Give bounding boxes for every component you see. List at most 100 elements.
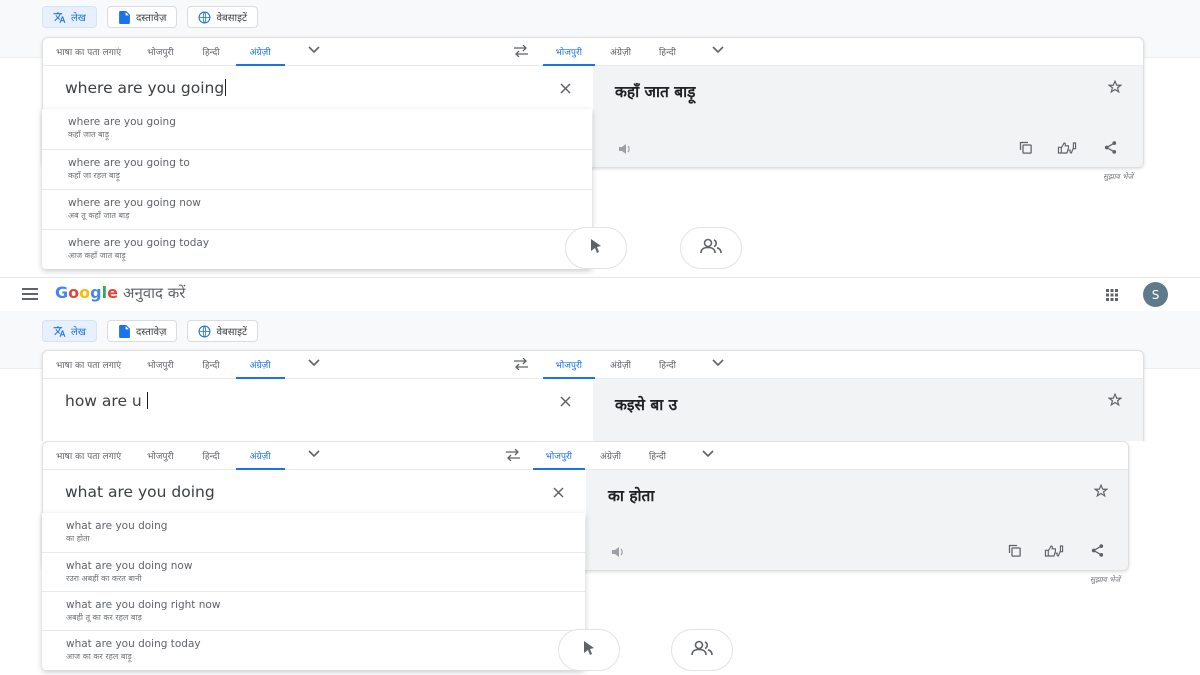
suggestion-item[interactable]: where are you going कहाँ जात बाड़ू: [42, 109, 592, 149]
rate-translation-button[interactable]: [1044, 543, 1064, 561]
swap-languages-button[interactable]: [511, 357, 531, 373]
target-lang-more[interactable]: [695, 442, 721, 469]
chevron-down-icon: [307, 450, 320, 461]
suggestion-item[interactable]: what are you doing right now अबही तू का क…: [42, 591, 585, 630]
source-lang-bhojpuri[interactable]: भोजपुरी: [134, 442, 186, 469]
suggestion-item[interactable]: where are you going now अब तू कहाँ जात बा…: [42, 189, 592, 229]
suggestion-item[interactable]: where are you going to कहाँ जा रहल बाड़ू: [42, 149, 592, 189]
suggestion-item[interactable]: what are you doing का होता: [42, 513, 585, 552]
listen-translation-button[interactable]: [610, 545, 624, 559]
source-lang-more[interactable]: [301, 351, 327, 378]
source-lang-detect[interactable]: भाषा का पता लगाएं: [43, 38, 134, 65]
target-lang-hindi[interactable]: हिन्दी: [636, 442, 679, 469]
source-lang-english[interactable]: अंग्रेज़ी: [235, 442, 285, 470]
text-mode-label: लेख: [71, 327, 86, 338]
source-lang-hindi[interactable]: हिन्दी: [187, 351, 236, 378]
suggestion-translation: अब तू कहाँ जात बाड़: [68, 211, 130, 220]
copy-translation-button[interactable]: [1016, 140, 1034, 158]
suggestion-item[interactable]: what are you doing now रउरा अबहीं का करत …: [42, 552, 585, 591]
document-mode-button[interactable]: दस्तावेज़: [106, 320, 178, 342]
translation-text: का होता: [608, 487, 655, 505]
share-translation-button[interactable]: [1088, 543, 1106, 561]
contribute-button[interactable]: [680, 227, 742, 269]
source-input[interactable]: how are u: [65, 392, 148, 410]
source-text: where are you going: [65, 79, 225, 97]
target-lang-english[interactable]: अंग्रेज़ी: [595, 351, 646, 378]
source-lang-hindi[interactable]: हिन्दी: [187, 38, 236, 65]
save-translation-button[interactable]: [1107, 392, 1123, 409]
contribute-button[interactable]: [671, 629, 733, 671]
translator-card: भाषा का पता लगाएं भोजपुरी हिन्दी अंग्रेज…: [42, 350, 1144, 441]
send-feedback-link[interactable]: सुझाव भेजें: [1103, 172, 1133, 182]
history-button[interactable]: [558, 629, 620, 671]
source-lang-bhojpuri[interactable]: भोजपुरी: [134, 38, 186, 65]
clear-source-button[interactable]: [550, 484, 566, 500]
source-lang-more[interactable]: [301, 38, 327, 65]
speaker-icon: [618, 140, 631, 159]
translate-panel-top: लेख दस्तावेज़ वेबसाइटें भाषा का पता लगाए…: [0, 0, 1200, 277]
translation-pane: कहाँ जात बाड़ू: [593, 66, 1143, 167]
source-lang-bhojpuri[interactable]: भोजपुरी: [134, 351, 186, 378]
speaker-icon: [611, 543, 624, 562]
target-lang-english[interactable]: अंग्रेज़ी: [595, 38, 646, 65]
source-input[interactable]: what are you doing: [65, 483, 215, 501]
target-lang-bhojpuri[interactable]: भोजपुरी: [532, 442, 586, 470]
swap-arrows-icon: [513, 44, 529, 60]
clear-source-button[interactable]: [557, 80, 573, 96]
suggestion-item[interactable]: what are you doing today आज का कर रहल बाड…: [42, 630, 585, 669]
source-lang-detect[interactable]: भाषा का पता लगाएं: [43, 351, 134, 378]
mode-bar: लेख दस्तावेज़ वेबसाइटें: [42, 6, 259, 28]
google-logo[interactable]: Google: [55, 283, 118, 302]
listen-translation-button[interactable]: [617, 142, 631, 156]
source-lang-detect[interactable]: भाषा का पता लगाएं: [43, 442, 134, 469]
save-translation-button[interactable]: [1093, 483, 1109, 500]
translation-text: कइसे बा उ: [615, 396, 678, 414]
suggestion-translation: कहाँ जात बाड़ू: [68, 130, 110, 139]
translation-pane: का होता: [586, 470, 1128, 570]
document-mode-button[interactable]: दस्तावेज़: [106, 6, 178, 28]
text-mode-button[interactable]: लेख: [42, 6, 97, 28]
swap-languages-button[interactable]: [511, 44, 531, 60]
copy-translation-button[interactable]: [1005, 543, 1023, 561]
translate-icon: [53, 325, 66, 338]
send-feedback-link[interactable]: सुझाव भेजें: [1090, 575, 1120, 585]
share-translation-button[interactable]: [1101, 140, 1119, 158]
source-input[interactable]: where are you going: [65, 79, 227, 97]
swap-arrows-icon: [513, 357, 529, 373]
target-lang-more[interactable]: [705, 351, 731, 378]
chevron-down-icon: [307, 46, 320, 57]
website-mode-button[interactable]: वेबसाइटें: [187, 6, 259, 28]
source-lang-hindi[interactable]: हिन्दी: [187, 442, 236, 469]
text-mode-button[interactable]: लेख: [42, 320, 97, 342]
close-icon: [559, 79, 571, 98]
target-lang-bhojpuri[interactable]: भोजपुरी: [542, 351, 596, 379]
people-icon: [691, 640, 713, 660]
save-translation-button[interactable]: [1107, 79, 1123, 96]
suggestion-translation: आज कहाँ जात बाड़ू: [68, 251, 126, 260]
swap-languages-button[interactable]: [503, 448, 523, 463]
suggestion-source: where are you going to: [68, 157, 190, 169]
mode-bar: लेख दस्तावेज़ वेबसाइटें: [42, 320, 259, 342]
source-lang-english[interactable]: अंग्रेज़ी: [235, 351, 285, 379]
menu-icon[interactable]: [22, 288, 38, 300]
account-avatar[interactable]: S: [1143, 282, 1168, 307]
website-mode-button[interactable]: वेबसाइटें: [187, 320, 259, 342]
source-lang-more[interactable]: [301, 442, 327, 469]
source-lang-english[interactable]: अंग्रेज़ी: [235, 38, 285, 66]
close-icon: [552, 483, 564, 502]
target-lang-english[interactable]: अंग्रेज़ी: [585, 442, 636, 469]
target-lang-bhojpuri[interactable]: भोजपुरी: [542, 38, 596, 66]
suggestion-source: what are you doing: [66, 520, 168, 532]
suggestion-item[interactable]: where are you going today आज कहाँ जात बाड…: [42, 229, 592, 269]
clear-source-button[interactable]: [557, 393, 573, 409]
target-lang-hindi[interactable]: हिन्दी: [646, 38, 689, 65]
target-lang-more[interactable]: [705, 38, 731, 65]
app-header: Google अनुवाद करें S: [0, 277, 1200, 311]
apps-grid-icon[interactable]: [1105, 287, 1119, 301]
history-button[interactable]: [565, 227, 627, 269]
target-lang-hindi[interactable]: हिन्दी: [646, 351, 689, 378]
suggestion-translation: का होता: [66, 534, 90, 543]
suggestion-dropdown: what are you doing का होता what are you d…: [42, 513, 585, 670]
translate-panel-middle: लेख दस्तावेज़ वेबसाइटें भाषा का पता लगाए…: [0, 311, 1200, 441]
rate-translation-button[interactable]: [1057, 140, 1077, 158]
